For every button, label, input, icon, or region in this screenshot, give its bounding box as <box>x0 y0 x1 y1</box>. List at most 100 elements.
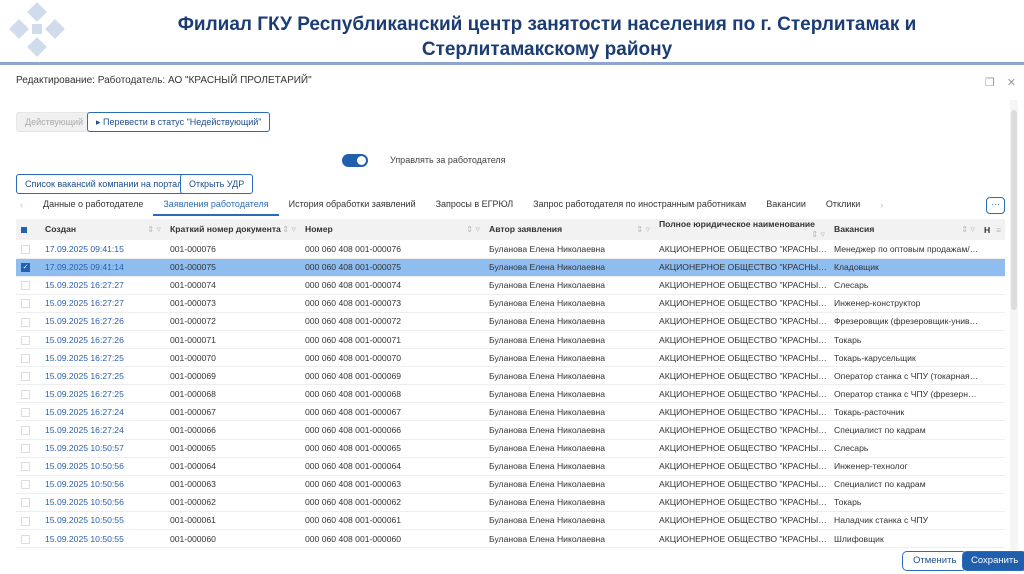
table-row[interactable]: 15.09.2025 16:27:24 001-000067 000 060 408… <box>16 402 1005 422</box>
row-checkbox[interactable] <box>21 462 30 472</box>
tab-1[interactable]: Заявления работодателя <box>153 194 279 216</box>
cancel-button[interactable]: Отменить <box>902 551 968 571</box>
cell: 15.09.2025 16:27:25 <box>40 384 165 404</box>
cell: 000 060 408 001-000061 <box>300 511 484 531</box>
row-checkbox[interactable] <box>21 516 30 526</box>
cell: Оператор станка с ЧПУ (токарная гр... <box>829 366 979 386</box>
vacancies-portal-button[interactable]: Список вакансий компании на портале <box>16 174 197 194</box>
sort-filter-icon[interactable]: ⇕ ▿ <box>811 229 825 240</box>
table-row[interactable]: 15.09.2025 10:50:56 001-000063 000 060 408… <box>16 475 1005 494</box>
table-row[interactable]: 15.09.2025 16:27:27 001-000074 000 060 408… <box>16 276 1005 295</box>
cell: Токарь <box>829 330 979 350</box>
row-checkbox[interactable] <box>21 371 30 381</box>
row-checkbox[interactable] <box>21 534 30 544</box>
table-row[interactable]: 17.09.2025 09:41:15 001-000076 000 060 408… <box>16 240 1005 259</box>
tab-6[interactable]: Отклики <box>816 194 870 216</box>
row-checkbox[interactable] <box>21 299 30 309</box>
table-row[interactable]: ✓ 17.09.2025 09:41:14 001-000075 000 060 40… <box>16 258 1005 277</box>
table-row[interactable]: 15.09.2025 16:27:24 001-000066 000 060 408… <box>16 420 1005 440</box>
cell: 000 060 408 001-000067 <box>300 402 484 422</box>
table-row[interactable]: 15.09.2025 16:27:25 001-000069 000 060 408… <box>16 366 1005 386</box>
row-checkbox[interactable] <box>21 444 30 454</box>
cell: Буланова Елена Николаевна <box>484 529 654 549</box>
column-header[interactable]: Н ≡ <box>979 219 1005 240</box>
column-label: Создан <box>45 224 77 234</box>
cell <box>979 511 1005 531</box>
column-header[interactable]: Создан ⇕ ▿ <box>40 219 165 240</box>
cell: Буланова Елена Николаевна <box>484 493 654 512</box>
cell: Буланова Елена Николаевна <box>484 240 654 259</box>
table-row[interactable]: 15.09.2025 16:27:25 001-000068 000 060 408… <box>16 384 1005 404</box>
row-checkbox[interactable] <box>21 353 30 363</box>
cell <box>979 294 1005 313</box>
more-button[interactable]: ··· <box>986 197 1005 214</box>
row-checkbox[interactable]: ✓ <box>21 263 30 273</box>
select-all-checkbox[interactable] <box>16 219 40 240</box>
cell: 001-000069 <box>165 366 300 386</box>
table-row[interactable]: 15.09.2025 16:27:26 001-000071 000 060 408… <box>16 330 1005 350</box>
row-checkbox[interactable] <box>21 317 30 327</box>
sort-filter-icon[interactable]: ⇕ ▿ <box>282 224 296 235</box>
sort-filter-icon[interactable]: ⇕ ▿ <box>466 224 480 235</box>
column-header[interactable]: Полное юридическое наименование ⇕ ▿ <box>654 219 829 240</box>
row-checkbox[interactable] <box>21 335 30 345</box>
table-row[interactable]: 15.09.2025 16:27:25 001-000070 000 060 408… <box>16 348 1005 368</box>
table-row[interactable]: 15.09.2025 16:27:27 001-000073 000 060 408… <box>16 294 1005 313</box>
tabs-next-icon[interactable]: › <box>870 200 893 210</box>
row-checkbox[interactable] <box>21 281 30 291</box>
tab-5[interactable]: Вакансии <box>756 194 816 216</box>
set-inactive-button[interactable]: ▸ Перевести в статус "Недействующий" <box>87 112 271 132</box>
manage-employer-toggle[interactable] <box>342 154 368 167</box>
column-header[interactable]: Номер ⇕ ▿ <box>300 219 484 240</box>
cell <box>979 402 1005 422</box>
row-checkbox[interactable] <box>21 498 30 508</box>
sort-filter-icon[interactable]: ⇕ ▿ <box>636 224 650 235</box>
row-checkbox[interactable] <box>21 244 30 254</box>
column-header[interactable]: Вакансия ⇕ ▿ <box>829 219 979 240</box>
cell: Оператор станка с ЧПУ (фрезерная ... <box>829 384 979 404</box>
cell: 001-000075 <box>165 258 300 277</box>
tab-0[interactable]: Данные о работодателе <box>33 194 153 216</box>
sort-filter-icon[interactable]: ⇕ ▿ <box>961 224 975 235</box>
sort-filter-icon[interactable]: ⇕ ▿ <box>147 224 161 235</box>
tab-2[interactable]: История обработки заявлений <box>279 194 426 216</box>
cell: 001-000060 <box>165 529 300 549</box>
row-checkbox[interactable] <box>21 408 30 417</box>
table-row[interactable]: 15.09.2025 10:50:56 001-000064 000 060 408… <box>16 457 1005 476</box>
tab-3[interactable]: Запросы в ЕГРЮЛ <box>426 194 524 216</box>
cell <box>979 330 1005 350</box>
table-row[interactable]: 15.09.2025 10:50:55 001-000061 000 060 408… <box>16 511 1005 531</box>
close-icon[interactable]: ✕ <box>1007 76 1016 89</box>
table-row[interactable]: 15.09.2025 10:50:56 001-000062 000 060 408… <box>16 493 1005 512</box>
row-checkbox[interactable] <box>21 389 30 399</box>
row-checkbox[interactable] <box>21 480 30 490</box>
open-udr-button[interactable]: Открыть УДР <box>180 174 254 194</box>
cell <box>979 420 1005 440</box>
column-header[interactable]: Краткий номер документа ⇕ ▿ <box>165 219 300 240</box>
restore-icon[interactable]: ❐ <box>985 76 995 89</box>
row-checkbox[interactable] <box>21 426 30 436</box>
cell: АКЦИОНЕРНОЕ ОБЩЕСТВО "КРАСНЫЙ ПР... <box>654 330 829 350</box>
table-row[interactable]: 15.09.2025 16:27:26 001-000072 000 060 408… <box>16 312 1005 331</box>
cell <box>979 276 1005 295</box>
menu-icon[interactable]: ≡ <box>996 225 1001 235</box>
cell: Буланова Елена Николаевна <box>484 439 654 458</box>
cell: 001-000071 <box>165 330 300 350</box>
cell: АКЦИОНЕРНОЕ ОБЩЕСТВО "КРАСНЫЙ ПР... <box>654 276 829 295</box>
cell: 15.09.2025 16:27:27 <box>40 294 165 313</box>
column-label: Краткий номер документа <box>170 224 281 234</box>
table-row[interactable]: 15.09.2025 10:50:55 001-000060 000 060 408… <box>16 529 1005 549</box>
cell: АКЦИОНЕРНОЕ ОБЩЕСТВО "КРАСНЫЙ ПР... <box>654 529 829 549</box>
scrollbar[interactable] <box>1010 100 1018 550</box>
cell <box>979 493 1005 512</box>
column-header[interactable]: Автор заявления ⇕ ▿ <box>484 219 654 240</box>
cell: 001-000076 <box>165 240 300 259</box>
save-button[interactable]: Сохранить <box>962 551 1024 571</box>
tabs-prev-icon[interactable]: ‹ <box>16 200 33 210</box>
cell: 000 060 408 001-000069 <box>300 366 484 386</box>
cell: 000 060 408 001-000064 <box>300 457 484 476</box>
table-row[interactable]: 15.09.2025 10:50:57 001-000065 000 060 408… <box>16 439 1005 458</box>
cell: 17.09.2025 09:41:15 <box>40 240 165 259</box>
tab-4[interactable]: Запрос работодателя по иностранным работ… <box>523 194 756 216</box>
cell: 000 060 408 001-000070 <box>300 348 484 368</box>
